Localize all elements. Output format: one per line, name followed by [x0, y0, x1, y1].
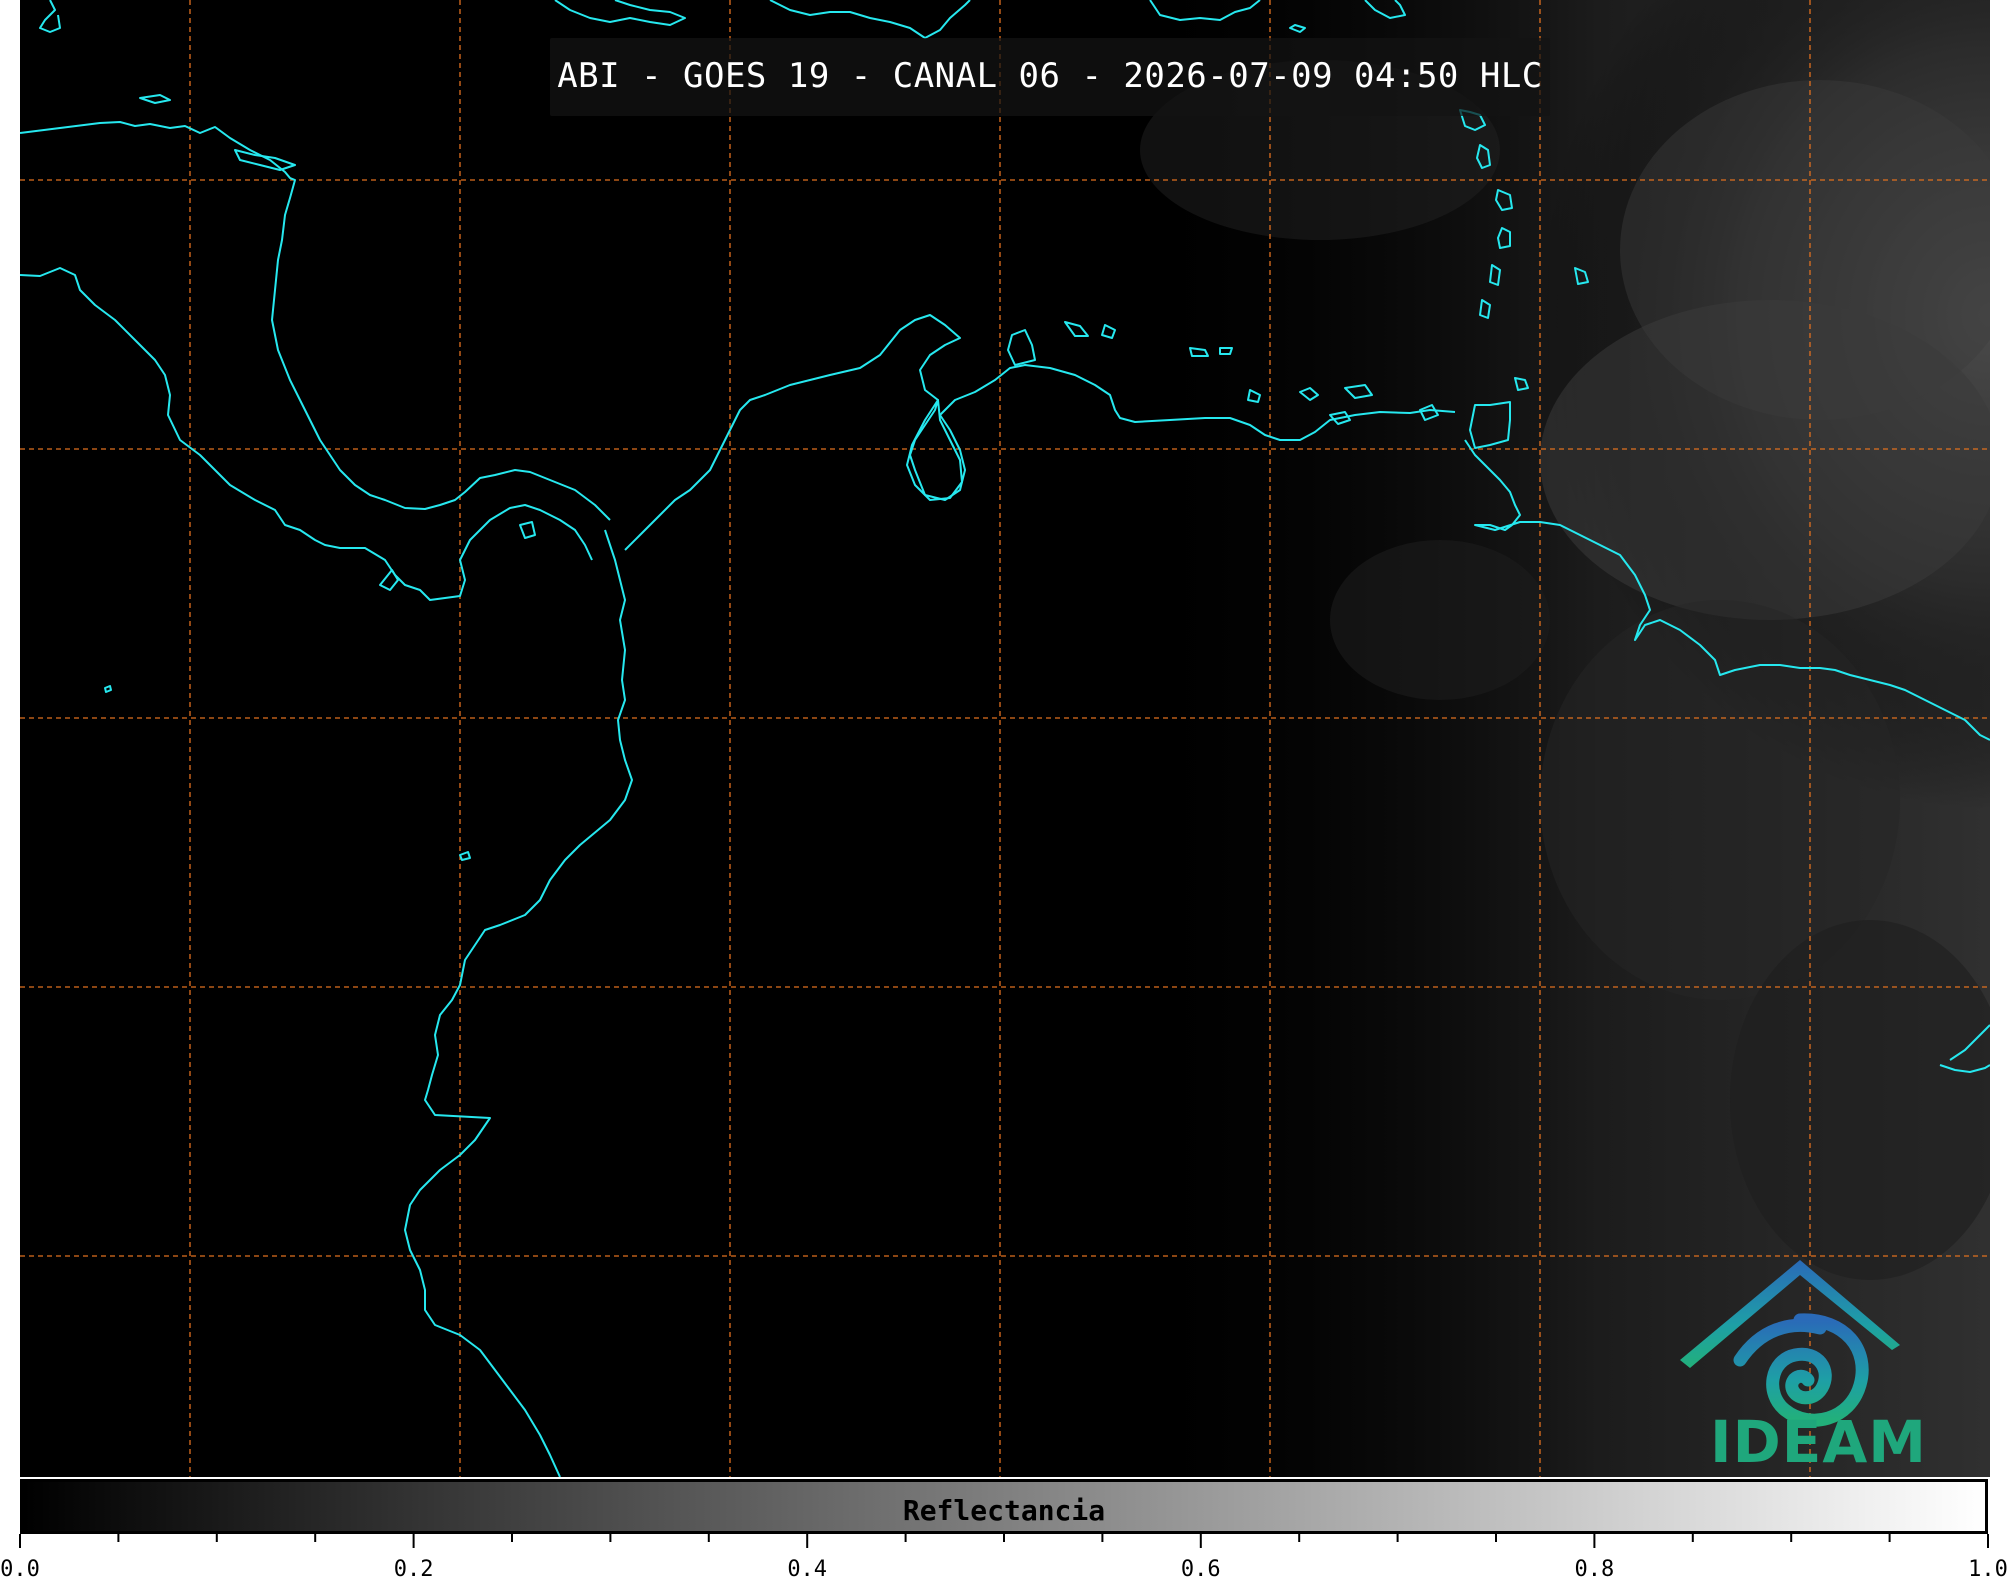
- island-bay-islands: [234, 149, 296, 171]
- coastline-nicoya: [379, 569, 399, 591]
- coastline-colombia-pacific: [404, 529, 633, 1477]
- colorbar-ticks: [19, 1534, 1989, 1548]
- title-box: ABI - GOES 19 - CANAL 06 - 2026-07-09 04…: [550, 38, 1550, 116]
- logo-swirl-icon: [1733, 1313, 1869, 1427]
- island-jamaica-frag: [39, 0, 61, 33]
- island-caribbean: [1064, 321, 1089, 337]
- colorbar-tick-label: 1.0: [1968, 1557, 2008, 1582]
- island-greater-antilles: [769, 0, 971, 39]
- colorbar-tick-label: 0.8: [1574, 1557, 1615, 1582]
- logo-text: IDEAM: [1710, 1408, 1927, 1476]
- map-title: ABI - GOES 19 - CANAL 06 - 2026-07-09 04…: [557, 56, 1543, 96]
- island-malpelo: [104, 685, 112, 693]
- colorbar-tick-label: 0.0: [0, 1557, 40, 1582]
- colorbar-tick-label: 0.2: [393, 1557, 434, 1582]
- coastline-lake-maracaibo: [906, 399, 963, 501]
- island-coiba: [519, 521, 536, 539]
- island-gorgona: [459, 851, 471, 861]
- satellite-map[interactable]: ABI - GOES 19 - CANAL 06 - 2026-07-09 04…: [20, 0, 1990, 1477]
- island-small: [139, 94, 171, 104]
- colorbar-label: Reflectancia: [902, 1494, 1106, 1527]
- colorbar-tick-label: 0.4: [787, 1557, 828, 1582]
- island-caribbean: [1101, 324, 1116, 339]
- island-greater-antilles: [554, 0, 686, 26]
- colorbar-tick-label: 0.6: [1180, 1557, 1221, 1582]
- coastline-paraguana: [1007, 329, 1036, 366]
- coastline-yucatan: [20, 121, 611, 521]
- colorbar: Reflectancia: [20, 1479, 1988, 1534]
- coastline-central-america-pacific: [20, 267, 593, 601]
